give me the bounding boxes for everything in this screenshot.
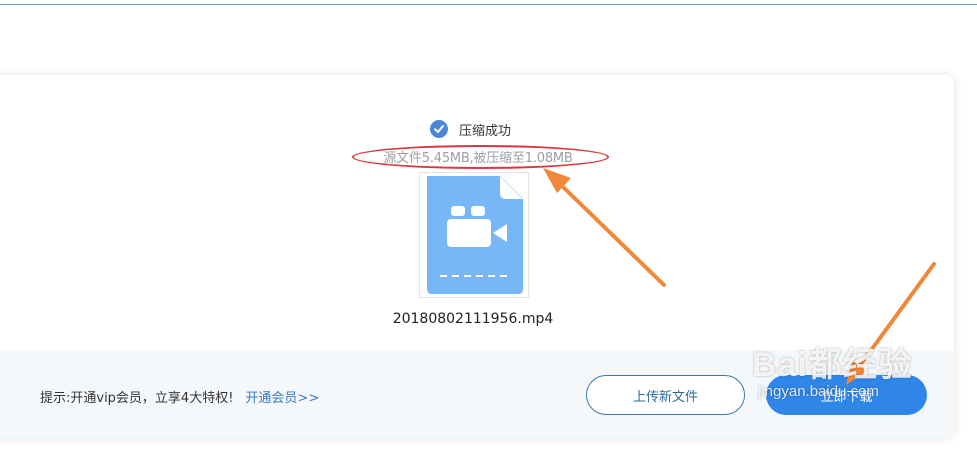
file-name: 20180802111956.mp4 (392, 311, 554, 327)
vip-tip: 提示:开通vip会员，立享4大特权! 开通会员>> (40, 387, 319, 406)
status-label: 压缩成功 (459, 123, 512, 139)
action-footer: 提示:开通vip会员，立享4大特权! 开通会员>> 上传新文件 立即下载 (0, 350, 954, 438)
top-divider (0, 4, 977, 5)
tip-text: 提示:开通vip会员，立享4大特权! (40, 391, 234, 406)
file-thumbnail (419, 172, 529, 298)
video-file-icon (427, 175, 524, 294)
vip-link[interactable]: 开通会员>> (245, 391, 319, 406)
download-button[interactable]: 立即下载 (766, 375, 927, 415)
annotation-oval (352, 145, 609, 169)
status-row: 压缩成功 (430, 119, 511, 139)
upload-new-file-button[interactable]: 上传新文件 (586, 375, 745, 415)
result-card: 压缩成功 源文件5.45MB,被压缩至1.08MB 20180802111956… (0, 75, 954, 438)
check-circle-icon (430, 120, 448, 138)
